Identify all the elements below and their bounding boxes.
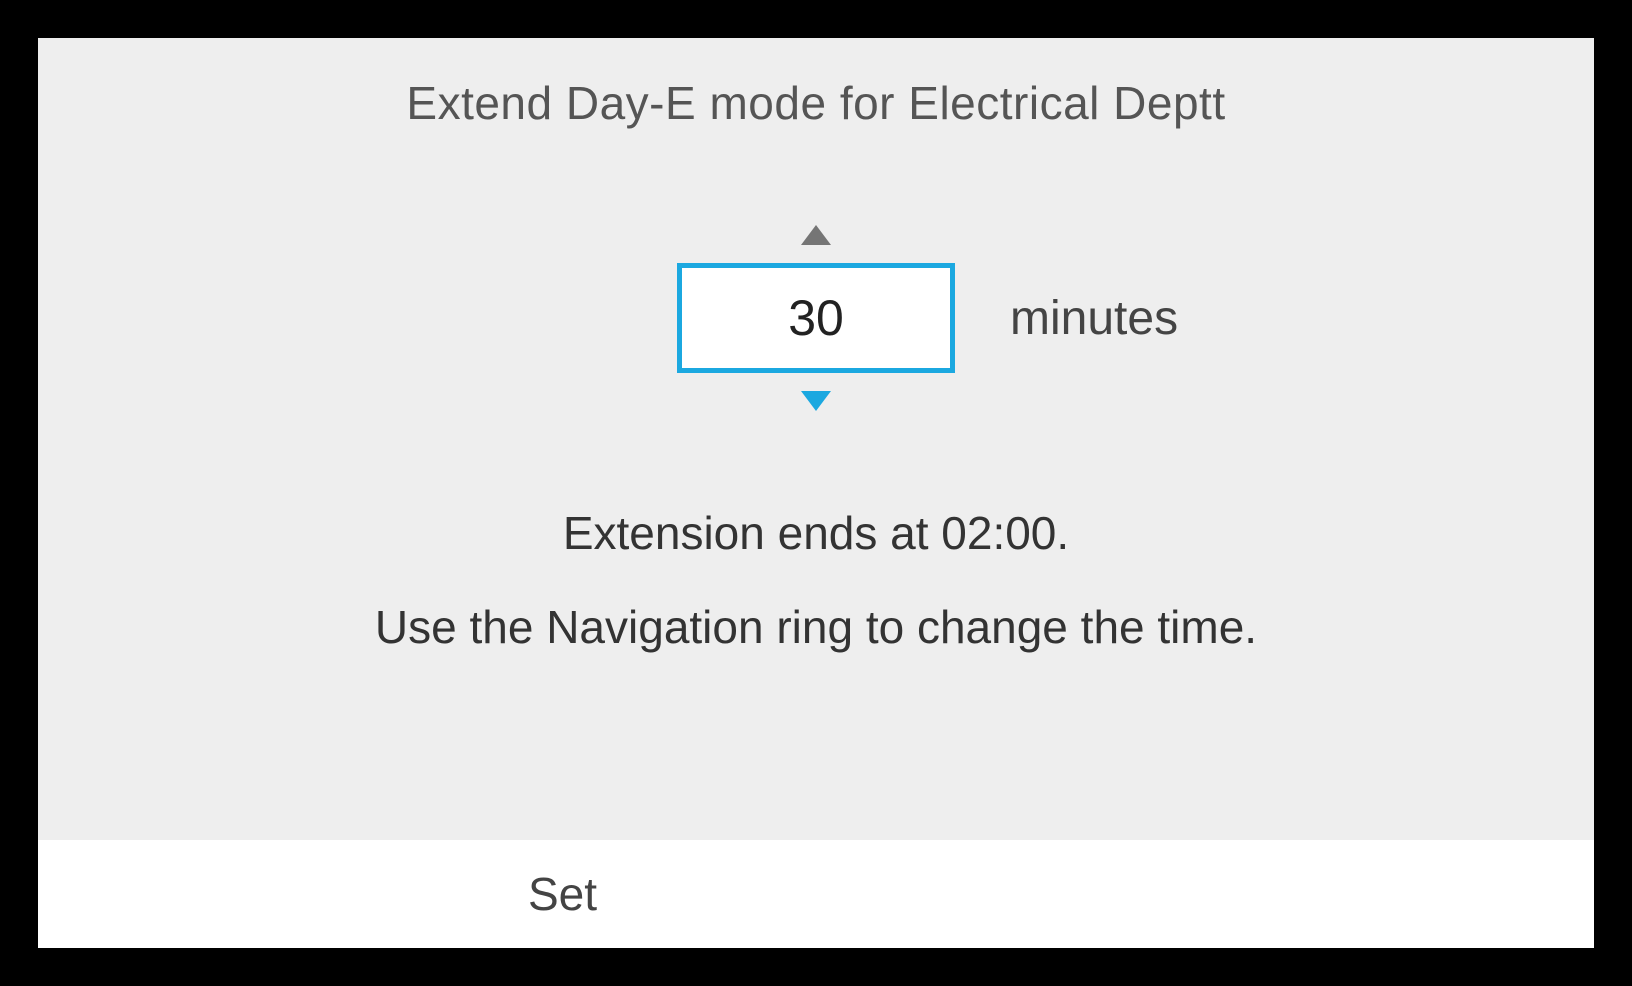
unit-label: minutes — [1010, 291, 1178, 346]
stepper-section: 30 minutes — [677, 225, 955, 411]
content-area: Extend Day-E mode for Electrical Deptt 3… — [38, 38, 1594, 840]
button-bar: Set — [38, 840, 1594, 948]
info-section: Extension ends at 02:00. Use the Navigat… — [375, 506, 1257, 654]
set-button[interactable]: Set — [528, 867, 597, 921]
instruction-text: Use the Navigation ring to change the ti… — [375, 600, 1257, 654]
stepper-wrapper: 30 minutes — [677, 225, 955, 411]
stepper-row: 30 minutes — [677, 263, 955, 373]
dialog-title: Extend Day-E mode for Electrical Deptt — [406, 76, 1225, 130]
duration-input[interactable]: 30 — [677, 263, 955, 373]
decrement-arrow-icon[interactable] — [801, 391, 831, 411]
extend-mode-panel: Extend Day-E mode for Electrical Deptt 3… — [38, 38, 1594, 948]
extension-end-time: Extension ends at 02:00. — [375, 506, 1257, 560]
increment-arrow-icon[interactable] — [801, 225, 831, 245]
